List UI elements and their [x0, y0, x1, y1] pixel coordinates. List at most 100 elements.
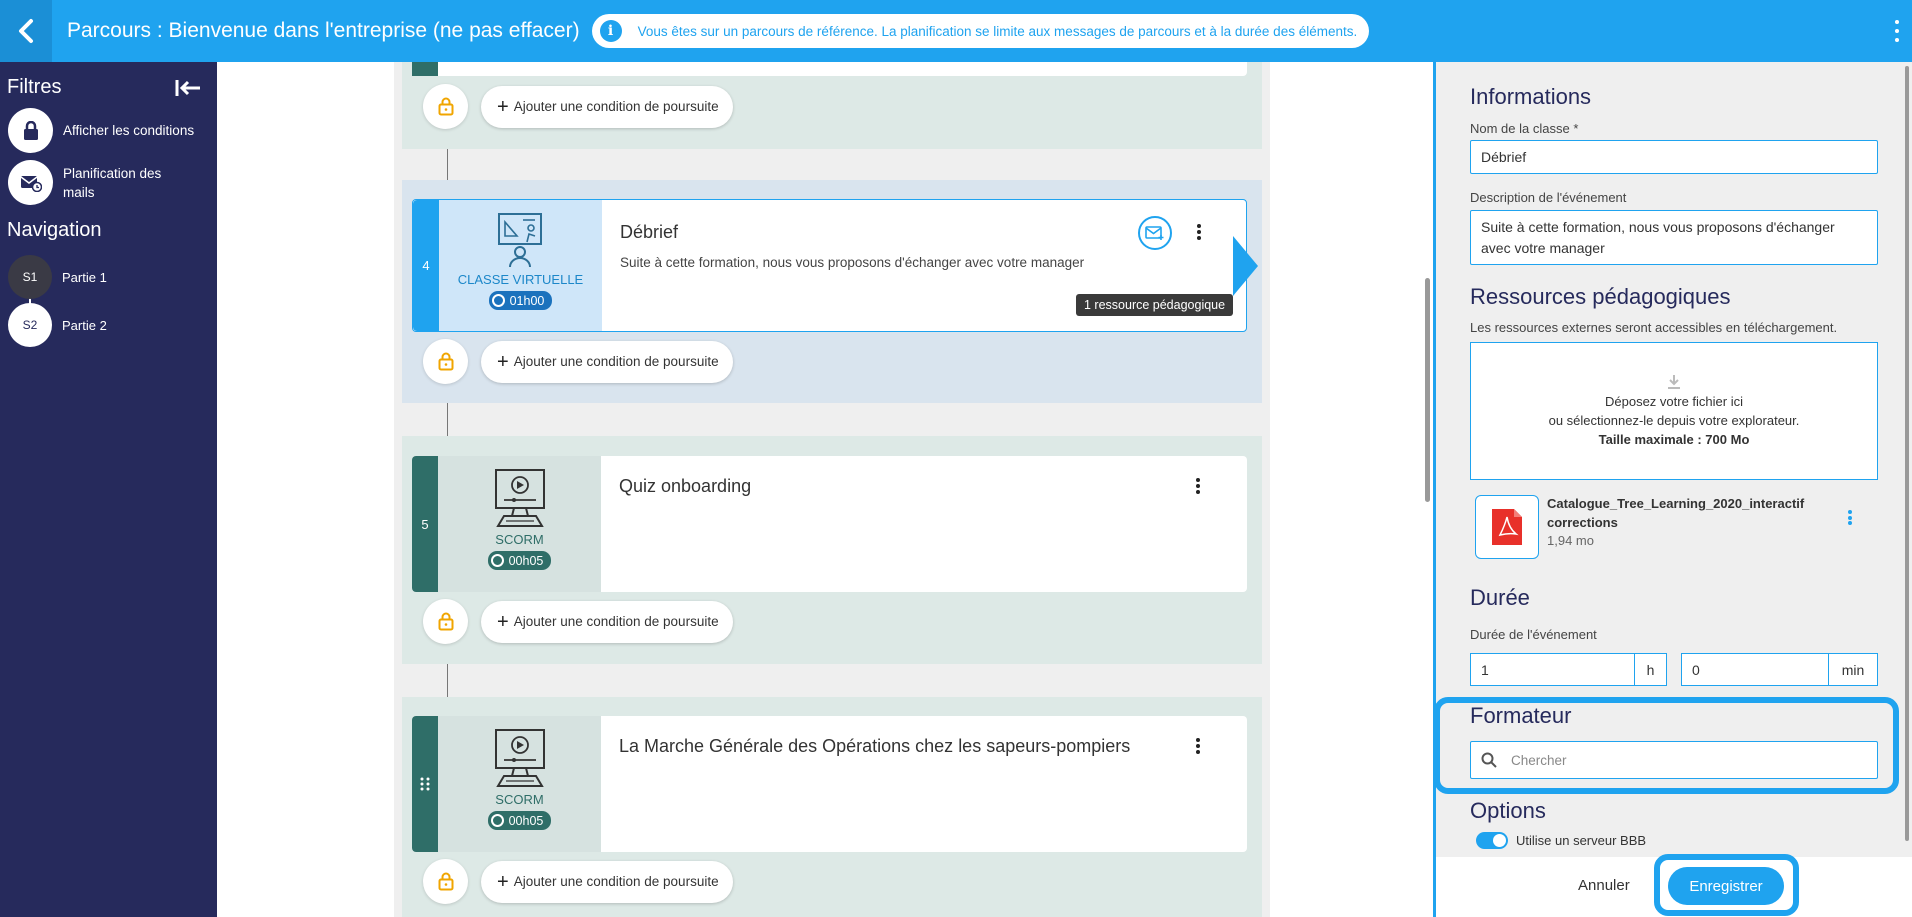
- file-name: Catalogue_Tree_Learning_2020_interactif …: [1547, 496, 1805, 530]
- activity-type: SCORM: [495, 792, 544, 807]
- duration-label: Durée de l'événement: [1470, 627, 1597, 642]
- info-icon: i: [599, 20, 622, 42]
- nav-item-partie-1[interactable]: S1 Partie 1: [8, 255, 107, 299]
- cancel-button[interactable]: Annuler: [1578, 877, 1630, 894]
- add-mail-button[interactable]: [1138, 216, 1172, 250]
- condition-lock-button[interactable]: [423, 339, 468, 384]
- page-title: Parcours : Bienvenue dans l'entreprise (…: [67, 19, 580, 42]
- class-name-label: Nom de la classe *: [1470, 121, 1579, 136]
- panel-scrollbar[interactable]: [1905, 66, 1909, 841]
- condition-lock-button[interactable]: [423, 859, 468, 904]
- file-size: 1,94 mo: [1547, 533, 1594, 548]
- filter-mail-planning[interactable]: Planification des mails: [8, 160, 183, 205]
- card-media: SCORM 00h05: [438, 456, 601, 592]
- nav-badge: S1: [8, 255, 52, 299]
- clock-icon: [490, 554, 504, 567]
- card-number: 4: [413, 200, 439, 331]
- hours-unit: h: [1634, 654, 1666, 685]
- panel-footer: Annuler Enregistrer: [1436, 854, 1912, 917]
- lock-icon: [438, 612, 453, 631]
- navigation-heading: Navigation: [7, 219, 102, 241]
- add-condition-button[interactable]: + Ajouter une condition de poursuite: [481, 860, 733, 903]
- activity-type: CLASSE VIRTUELLE: [457, 272, 584, 287]
- scorm-monitor-icon: [494, 469, 545, 527]
- drop-text-1: Déposez votre fichier ici: [1605, 393, 1743, 409]
- add-condition-button[interactable]: + Ajouter une condition de poursuite: [481, 340, 733, 383]
- card-menu-button[interactable]: [1196, 224, 1202, 240]
- info-heading: Informations: [1470, 84, 1592, 109]
- course-timeline: + Ajouter une condition de poursuite 4 CL…: [217, 62, 1433, 917]
- class-name-input[interactable]: Débrief: [1470, 140, 1878, 174]
- filter-show-conditions[interactable]: Afficher les conditions: [8, 108, 194, 153]
- info-banner: i Vous êtes sur un parcours de référence…: [591, 14, 1370, 48]
- resources-heading: Ressources pédagogiques: [1470, 284, 1731, 309]
- clock-icon: [490, 814, 504, 827]
- card-number: 5: [412, 456, 438, 592]
- duration-badge: 00h05: [487, 551, 552, 570]
- clock-icon: [491, 294, 505, 307]
- hours-input[interactable]: 1 h: [1470, 653, 1667, 686]
- condition-lock-button[interactable]: [423, 84, 468, 129]
- top-bar: Parcours : Bienvenue dans l'entreprise (…: [0, 0, 1912, 62]
- main-scrollbar[interactable]: [1425, 278, 1430, 502]
- nav-label: Partie 1: [62, 269, 107, 285]
- lock-icon: [438, 872, 453, 891]
- add-condition-button[interactable]: + Ajouter une condition de poursuite: [481, 85, 733, 128]
- card-title: La Marche Générale des Opérations chez l…: [619, 736, 1131, 756]
- add-condition-button[interactable]: + Ajouter une condition de poursuite: [481, 600, 733, 643]
- save-button[interactable]: Enregistrer: [1668, 867, 1784, 905]
- selected-arrow-icon: [1233, 236, 1258, 296]
- file-thumbnail[interactable]: [1475, 495, 1539, 559]
- scorm-monitor-icon: [494, 729, 545, 787]
- description-textarea[interactable]: Suite à cette formation, nous vous propo…: [1470, 210, 1878, 265]
- minutes-input[interactable]: 0 min: [1681, 653, 1878, 686]
- virtual-classroom-icon: [497, 213, 542, 268]
- card-menu-button[interactable]: [1195, 738, 1201, 754]
- card-previous: [412, 62, 1247, 76]
- drop-text-max-size: Taille maximale : 700 Mo: [1598, 431, 1750, 447]
- resource-badge: 1 ressource pédagogique: [1076, 294, 1234, 316]
- back-button[interactable]: [0, 0, 52, 62]
- card-debrief[interactable]: 4 CLASSE VIRTUELLE 01h00 Débrief Suite à…: [412, 199, 1247, 332]
- pdf-icon: [1492, 509, 1522, 545]
- description-label: Description de l'événement: [1470, 190, 1627, 205]
- condition-row: + Ajouter une condition de poursuite: [423, 859, 733, 904]
- condition-row: + Ajouter une condition de poursuite: [423, 339, 733, 384]
- file-menu-button[interactable]: [1847, 510, 1853, 525]
- filters-heading: Filtres: [7, 76, 62, 98]
- minutes-unit: min: [1828, 654, 1877, 685]
- card-description: Suite à cette formation, nous vous propo…: [620, 255, 1085, 270]
- sidebar: Filtres Afficher les conditions Planific…: [0, 62, 217, 917]
- collapse-sidebar-icon[interactable]: [175, 79, 201, 97]
- drag-handle-icon: [420, 777, 430, 791]
- options-heading: Options: [1470, 798, 1546, 823]
- bbb-toggle[interactable]: [1476, 832, 1508, 849]
- card-media: SCORM 00h05: [438, 716, 601, 852]
- card-title: Quiz onboarding: [619, 476, 752, 496]
- card-quiz-onboarding[interactable]: 5 SCORM 00h05 Quiz onboarding: [412, 456, 1247, 592]
- file-drop-zone[interactable]: Déposez votre fichier ici ou sélectionne…: [1470, 342, 1878, 480]
- card-menu-button[interactable]: [1195, 478, 1201, 494]
- trainer-highlight: [1434, 697, 1899, 794]
- drop-text-2: ou sélectionnez-le depuis votre explorat…: [1548, 412, 1800, 428]
- drag-handle[interactable]: [412, 716, 438, 852]
- filter-label: Afficher les conditions: [63, 123, 195, 138]
- card-title: Débrief: [620, 222, 679, 242]
- lock-icon: [23, 120, 38, 140]
- condition-row: + Ajouter une condition de poursuite: [423, 84, 733, 129]
- nav-label: Partie 2: [62, 317, 107, 333]
- mail-add-icon: [1145, 226, 1164, 240]
- filter-label: Planification des mails: [63, 165, 162, 200]
- duration-badge: 00h05: [487, 811, 552, 830]
- lock-icon: [438, 352, 453, 371]
- duration-heading: Durée: [1470, 585, 1530, 610]
- bbb-label: Utilise un serveur BBB: [1516, 833, 1647, 848]
- more-menu-button[interactable]: [1894, 20, 1900, 42]
- mail-schedule-icon: [20, 175, 42, 192]
- card-marche-generale[interactable]: SCORM 00h05 La Marche Générale des Opéra…: [412, 716, 1247, 852]
- condition-lock-button[interactable]: [423, 599, 468, 644]
- chevron-left-icon: [19, 19, 33, 43]
- nav-item-partie-2[interactable]: S2 Partie 2: [8, 303, 107, 347]
- resources-note: Les ressources externes seront accessibl…: [1470, 320, 1838, 335]
- activity-type: SCORM: [495, 532, 544, 547]
